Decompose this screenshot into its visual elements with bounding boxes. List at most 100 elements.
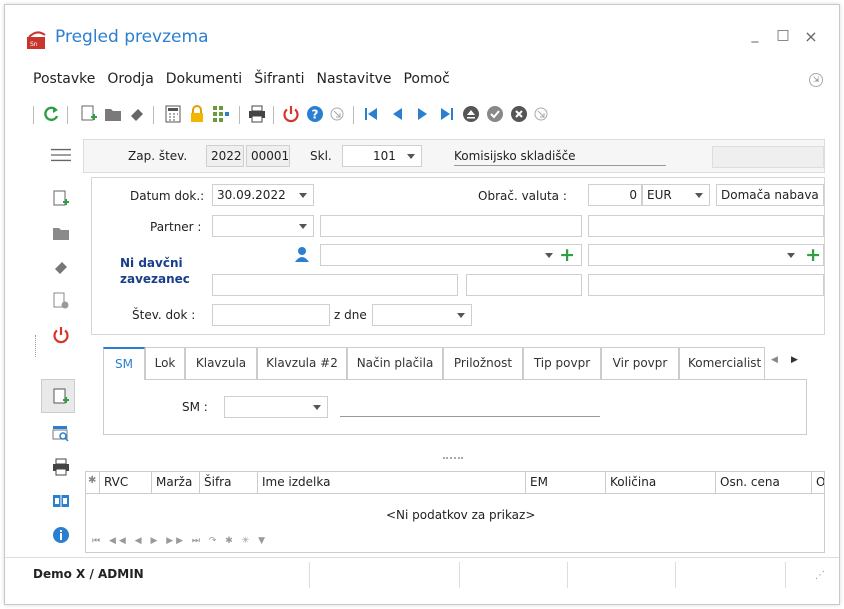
address-field-3[interactable] [588, 274, 824, 296]
new-document-icon[interactable] [79, 103, 99, 125]
title-bar: Sn Pregled prevzema _ □ × [5, 5, 839, 67]
zap-stev-label: Zap. štev. [128, 149, 188, 163]
status-cell-5 [785, 562, 786, 588]
power-icon[interactable] [51, 325, 71, 345]
menu-postavke[interactable]: Postavke [33, 71, 95, 93]
splitter-handle[interactable] [443, 457, 463, 459]
exchange-rate-field[interactable]: 0 [588, 184, 642, 206]
menu-dokumenti[interactable]: Dokumenti [166, 71, 242, 93]
col-o[interactable]: O [812, 472, 824, 494]
eject-icon[interactable] [461, 103, 481, 125]
grid-dots-icon[interactable] [211, 103, 231, 125]
next-record-icon[interactable] [413, 103, 433, 125]
tab-vir-povpr[interactable]: Vir povpr [601, 347, 679, 379]
toolbar: ? [31, 103, 651, 127]
minimize-button[interactable]: _ [745, 27, 765, 43]
tab-priloznost[interactable]: Priložnost [443, 347, 523, 379]
tab-klavzula-2[interactable]: Klavzula #2 [257, 347, 347, 379]
status-bar: Demo X / ADMIN ⋰ [5, 557, 839, 591]
tab-nacin-placila[interactable]: Način plačila [347, 347, 443, 379]
document-form: Datum dok.: 30.09.2022 Obrač. valuta : 0… [91, 177, 825, 335]
expand-small-icon-2[interactable] [531, 103, 551, 125]
first-record-icon[interactable] [361, 103, 381, 125]
power-icon[interactable] [281, 103, 301, 125]
status-cell-1 [309, 562, 310, 588]
main-window: Sn Pregled prevzema _ □ × Postavke Orodj… [4, 4, 840, 605]
col-marza[interactable]: Marža [152, 472, 200, 494]
partner-select[interactable] [212, 215, 314, 237]
close-button[interactable]: × [801, 27, 821, 46]
svg-text:?: ? [312, 108, 319, 122]
table-search-icon[interactable] [51, 423, 71, 443]
menu-orodja[interactable]: Orodja [107, 71, 153, 93]
valuta-label: Obrač. valuta : [478, 189, 567, 203]
tab-tip-povpr[interactable]: Tip povpr [523, 347, 601, 379]
col-kolicina[interactable]: Količina [606, 472, 716, 494]
tab-scroll-left-icon[interactable]: ◀ [771, 355, 778, 365]
currency-select[interactable]: EUR [642, 184, 710, 206]
col-sifra[interactable]: Šifra [200, 472, 258, 494]
date-picker[interactable]: 30.09.2022 [212, 184, 314, 206]
tab-panel-sm: SM : [103, 379, 807, 435]
lock-icon[interactable] [187, 103, 207, 125]
add-contact-extra-icon[interactable]: + [805, 245, 821, 265]
grid-empty-text: <Ni podatkov za prikaz> [386, 508, 536, 522]
col-ime-izdelka[interactable]: Ime izdelka [258, 472, 526, 494]
previous-record-icon[interactable] [387, 103, 407, 125]
collapse-ribbon-icon[interactable]: ⇲ [809, 73, 823, 87]
refresh-icon[interactable] [41, 103, 61, 125]
address-field-1[interactable] [212, 274, 458, 296]
last-record-icon[interactable] [437, 103, 457, 125]
document-settings-icon[interactable] [51, 291, 71, 311]
tab-sm[interactable]: SM [103, 347, 145, 380]
open-folder-icon[interactable] [51, 223, 71, 243]
print-icon[interactable] [51, 457, 71, 477]
cancel-icon[interactable] [509, 103, 529, 125]
tab-scroll-right-icon[interactable]: ▶ [791, 355, 798, 365]
print-icon[interactable] [247, 103, 267, 125]
new-document-icon[interactable] [51, 189, 71, 209]
header-status-field [712, 146, 824, 168]
columns-icon[interactable] [51, 491, 71, 511]
maximize-button[interactable]: □ [773, 27, 793, 43]
address-field-2[interactable] [466, 274, 582, 296]
eraser-icon[interactable] [127, 103, 147, 125]
datum-label: Datum dok.: [130, 189, 205, 203]
menu-nastavitve[interactable]: Nastavitve [316, 71, 391, 93]
open-folder-icon[interactable] [103, 103, 123, 125]
purchase-type-field[interactable]: Domača nabava [716, 184, 824, 206]
status-cell-4 [675, 562, 676, 588]
status-user: Demo X / ADMIN [33, 567, 144, 581]
sm-description [340, 416, 600, 417]
eraser-icon[interactable] [51, 257, 71, 277]
sm-select[interactable] [224, 396, 328, 418]
contact-select[interactable]: + [320, 244, 582, 266]
tab-lok[interactable]: Lok [145, 347, 185, 379]
help-icon[interactable]: ? [305, 103, 325, 125]
tab-komercialist[interactable]: Komercialist [679, 347, 765, 379]
contact-extra-select[interactable]: + [588, 244, 824, 266]
partner-name-field[interactable] [320, 215, 582, 237]
calculator-icon[interactable] [163, 103, 183, 125]
resize-grip-icon[interactable]: ⋰ [815, 570, 825, 581]
col-osn-cena[interactable]: Osn. cena [716, 472, 812, 494]
hamburger-menu-icon[interactable] [51, 145, 71, 165]
expand-small-icon[interactable] [327, 103, 347, 125]
menu-pomoc[interactable]: Pomoč [403, 71, 449, 93]
person-icon[interactable] [294, 246, 310, 262]
tab-klavzula[interactable]: Klavzula [185, 347, 257, 379]
add-contact-icon[interactable]: + [559, 245, 575, 265]
warehouse-name: Komisijsko skladišče [454, 149, 666, 166]
confirm-icon[interactable] [485, 103, 505, 125]
warehouse-select[interactable]: 101 [342, 145, 422, 167]
menu-sifranti[interactable]: Šifranti [254, 71, 304, 93]
doc-number-field[interactable] [212, 304, 330, 326]
col-em[interactable]: EM [526, 472, 606, 494]
grid-navigator[interactable]: ⏮ ◀◀ ◀ ▶ ▶▶ ⏭ ↷ ✱ ✳ ▼ [92, 536, 268, 546]
menu-bar: Postavke Orodja Dokumenti Šifranti Nasta… [33, 71, 462, 93]
col-rvc[interactable]: RVC [100, 472, 152, 494]
info-icon[interactable] [51, 525, 71, 545]
partner-extra-field[interactable] [588, 215, 824, 237]
new-line-icon[interactable] [51, 387, 71, 407]
doc-date-picker[interactable] [372, 304, 472, 326]
